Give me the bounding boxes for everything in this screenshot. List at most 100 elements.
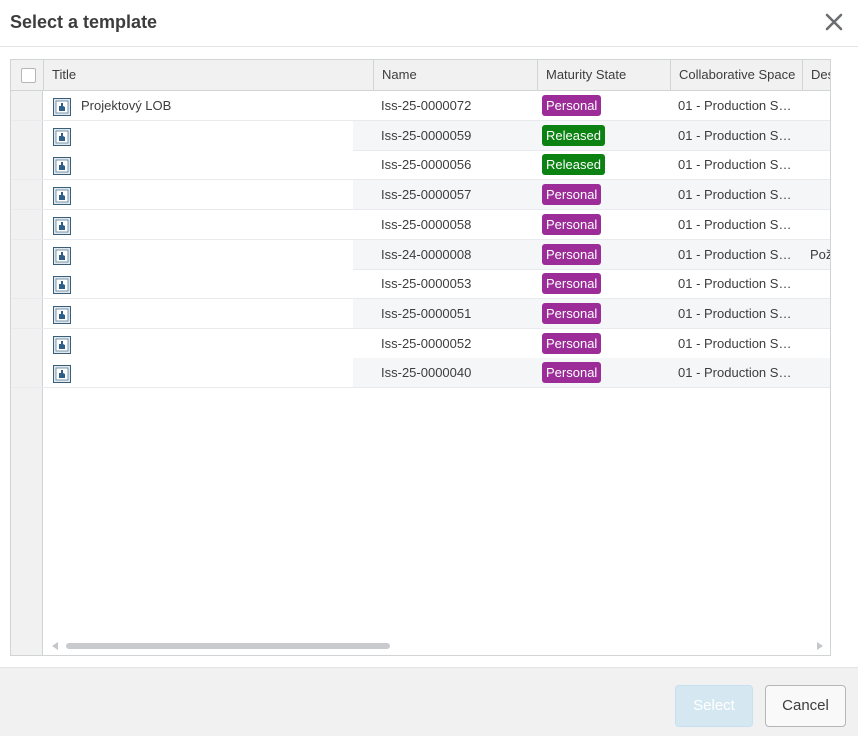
issue-template-icon [53, 186, 71, 206]
templates-grid: Title Name Maturity State Collaborative … [10, 59, 831, 656]
table-row[interactable]: Iss-25-0000051 Personal 01 - Production S… [11, 298, 830, 329]
maturity-state-badge: Personal [542, 302, 602, 324]
row-description [810, 180, 830, 209]
maturity-state-badge: Personal [542, 243, 602, 265]
select-button[interactable]: Select [675, 685, 753, 727]
row-collaborative-space: 01 - Production S… [678, 127, 792, 143]
row-name: Iss-25-0000040 [381, 365, 472, 381]
column-header-name[interactable]: Name [373, 60, 537, 91]
dialog-header: Select a template [0, 0, 858, 47]
grid-header: Title Name Maturity State Collaborative … [11, 60, 830, 91]
maturity-state-badge: Released [542, 154, 605, 176]
row-name: Iss-25-0000072 [381, 98, 472, 113]
row-collaborative-space: 01 - Production S… [678, 187, 792, 203]
column-header-collaborative-space[interactable]: Collaborative Space [670, 60, 802, 91]
title-cell[interactable] [43, 329, 373, 358]
row-selector[interactable] [11, 328, 43, 358]
row-collaborative-space: 01 - Production S… [678, 365, 792, 381]
row-description [810, 121, 830, 150]
title-cell[interactable]: Projektový LOB [43, 91, 373, 120]
issue-template-icon [53, 246, 71, 265]
table-row[interactable]: Iss-24-0000008 Personal 01 - Production S…… [11, 239, 831, 270]
row-collaborative-space: 01 - Production S… [678, 216, 792, 232]
title-cell[interactable] [43, 180, 373, 209]
issue-template-icon [53, 97, 71, 116]
horizontal-scrollbar[interactable] [44, 638, 830, 654]
table-row[interactable]: Iss-25-0000040 Personal 01 - Production S… [11, 358, 830, 389]
title-cell[interactable] [43, 210, 373, 239]
row-collaborative-space: 01 - Production S… [678, 276, 792, 292]
row-name: Iss-25-0000051 [381, 305, 472, 321]
table-row[interactable]: Iss-25-0000053 Personal 01 - Production S… [11, 269, 830, 300]
row-description: Pož [810, 246, 831, 262]
row-description [810, 358, 830, 387]
table-row[interactable]: Iss-25-0000057 Personal 01 - Production S… [11, 180, 830, 211]
scrollbar-thumb[interactable] [66, 643, 390, 649]
table-row[interactable]: Iss-25-0000052 Personal 01 - Production S… [11, 328, 830, 359]
row-name: Iss-25-0000056 [381, 157, 472, 173]
issue-template-icon [53, 127, 71, 146]
row-description [810, 269, 830, 298]
scroll-right-icon[interactable] [817, 642, 823, 650]
title-cell[interactable] [43, 150, 373, 179]
maturity-state-badge: Personal [542, 95, 602, 116]
maturity-state-badge: Personal [542, 332, 602, 354]
issue-template-icon [53, 216, 71, 235]
title-cell[interactable] [43, 299, 373, 328]
row-description [810, 210, 830, 239]
title-cell[interactable] [43, 269, 373, 298]
row-selector[interactable] [11, 269, 43, 299]
row-title: Projektový LOB [81, 98, 172, 113]
select-all-checkbox[interactable] [21, 68, 36, 83]
row-description [810, 299, 830, 328]
row-collaborative-space: 01 - Production S… [678, 335, 792, 351]
row-description [810, 91, 830, 120]
cancel-button[interactable]: Cancel [765, 685, 846, 727]
row-selector[interactable] [11, 239, 43, 269]
row-collaborative-space: 01 - Production S… [678, 98, 792, 113]
maturity-state-badge: Personal [542, 213, 602, 235]
issue-template-icon [53, 156, 71, 176]
row-collaborative-space: 01 - Production S… [678, 157, 792, 173]
maturity-state-badge: Released [542, 124, 605, 146]
row-description [810, 150, 830, 179]
row-description [810, 329, 830, 358]
row-collaborative-space: 01 - Production S… [678, 305, 792, 321]
row-selector[interactable] [11, 358, 43, 388]
issue-template-icon [53, 275, 71, 295]
title-cell[interactable] [43, 358, 373, 387]
maturity-state-badge: Personal [542, 273, 602, 295]
row-selector[interactable] [11, 180, 43, 210]
title-cell[interactable] [43, 240, 373, 269]
scroll-left-icon[interactable] [52, 642, 58, 650]
close-icon[interactable] [822, 10, 846, 34]
dialog-title: Select a template [10, 12, 158, 32]
column-header-description[interactable]: Des [802, 60, 830, 91]
row-selector[interactable] [11, 91, 43, 120]
issue-template-icon [53, 335, 71, 354]
row-name: Iss-25-0000057 [381, 187, 472, 203]
table-row[interactable]: Projektový LOB Iss-25-0000072 Personal 01 -… [11, 91, 830, 121]
row-name: Iss-24-0000008 [381, 246, 472, 262]
title-cell[interactable] [43, 121, 373, 150]
table-row[interactable]: Iss-25-0000059 Released 01 - Production S… [11, 120, 830, 151]
table-row[interactable]: Iss-25-0000058 Personal 01 - Production S… [11, 209, 830, 240]
dialog-footer: Select Cancel [0, 667, 858, 736]
row-name: Iss-25-0000059 [381, 127, 472, 143]
row-name: Iss-25-0000058 [381, 216, 472, 232]
maturity-state-badge: Personal [542, 362, 602, 384]
issue-template-icon [53, 305, 71, 324]
maturity-state-badge: Personal [542, 184, 602, 206]
issue-template-icon [53, 364, 71, 384]
select-template-dialog: Select a template Title Name Maturity St… [0, 0, 858, 736]
row-name: Iss-25-0000052 [381, 335, 472, 351]
row-selector[interactable] [11, 150, 43, 180]
column-header-maturity-state[interactable]: Maturity State [537, 60, 670, 91]
table-row[interactable]: Iss-25-0000056 Released 01 - Production S… [11, 150, 830, 181]
row-selector[interactable] [11, 298, 43, 328]
row-selector[interactable] [11, 209, 43, 239]
row-selector[interactable] [11, 120, 43, 150]
column-header-title[interactable]: Title [43, 60, 373, 91]
row-name: Iss-25-0000053 [381, 276, 472, 292]
row-collaborative-space: 01 - Production S… [678, 246, 792, 262]
